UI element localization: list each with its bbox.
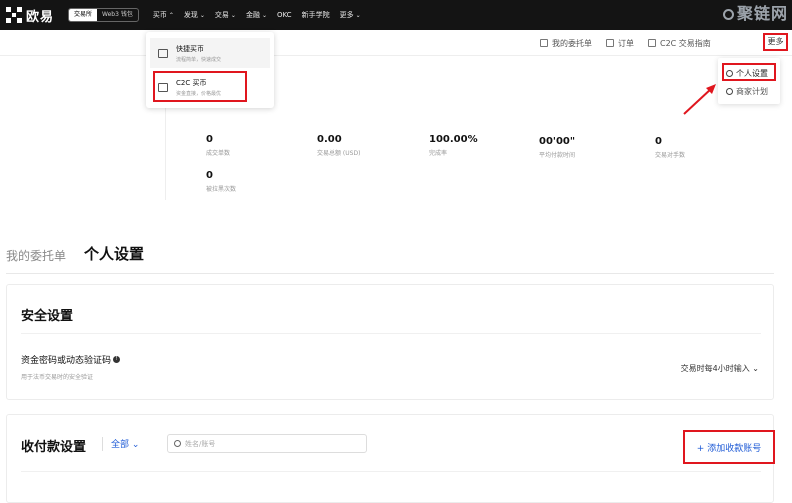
stat-value: 0 [206, 134, 213, 145]
sub-header: 我的委托单 订单 C2C 交易指南 [540, 33, 725, 53]
stat-blocked: 0 被拉黑次数 [206, 170, 236, 193]
stat-label: 交易总额 (USD) [317, 150, 361, 157]
fund-password-label: 资金密码或动态验证码! [21, 353, 121, 366]
tab-my-orders[interactable]: 我的委托单 [6, 247, 66, 264]
info-icon[interactable]: ! [113, 356, 121, 363]
tabs-divider [6, 273, 774, 274]
stat-label: 交易对手数 [655, 152, 686, 159]
logo-text: 欧易 [26, 9, 55, 25]
stat-avg-pay-time: 00'00" 平均付款时间 [539, 136, 575, 159]
watermark-logo-icon [722, 9, 734, 20]
chevron-up-icon: ⌃ [168, 11, 174, 19]
payment-search-input[interactable]: 姓名/账号 [167, 434, 367, 453]
page-root: 欧易 交易所 Web3 钱包 买币 ⌃ 发现 ⌄ 交易 ⌄ 金融 ⌄ OKC 新手学院 … [0, 0, 792, 503]
watermark: 聚链网 [722, 0, 788, 24]
mode-exchange-button[interactable]: 交易所 [69, 9, 98, 21]
fund-password-desc: 用于法币交易时的安全验证 [21, 374, 94, 381]
security-divider [21, 333, 761, 334]
stat-label: 被拉黑次数 [206, 186, 237, 193]
stat-label: 平均付款时间 [539, 152, 576, 159]
fund-password-frequency-select[interactable]: 交易时每4小时输入 ⌄ [681, 363, 759, 374]
label-text: 资金密码或动态验证码 [21, 356, 112, 366]
orders-link[interactable]: 订单 [606, 38, 634, 49]
nav-item-label: OKC [276, 11, 292, 19]
nav-item-trade[interactable]: 交易 ⌄ [215, 10, 236, 20]
item-title: 快捷买币 [176, 44, 204, 53]
item-subtitle: 流程简单，快速成交 [176, 56, 222, 63]
payment-title: 收付款设置 [21, 440, 87, 455]
mode-web3-button[interactable]: Web3 钱包 [97, 9, 138, 21]
stat-value: 0 [206, 170, 213, 181]
nav-item-academy[interactable]: 新手学院 [302, 10, 330, 20]
stat-label: 完成率 [429, 150, 448, 157]
stat-value: 0.00 [317, 134, 342, 145]
chevron-down-icon: ⌄ [199, 11, 205, 19]
payment-card: 收付款设置 全部 ⌄ 姓名/账号 + 添加收款账号 [6, 414, 775, 503]
nav-item-label: 更多 [339, 11, 354, 19]
merchant-plan-item[interactable]: 商家计划 [726, 86, 768, 97]
list-icon [540, 39, 548, 47]
nav-item-finance[interactable]: 金融 ⌄ [246, 10, 267, 20]
link-label: C2C 交易指南 [660, 38, 711, 48]
payment-divider [21, 471, 761, 472]
guide-icon [648, 39, 656, 47]
nav-item-okc[interactable]: OKC [277, 10, 292, 20]
page-tabs: 我的委托单 个人设置 [6, 243, 162, 264]
nav-item-buy[interactable]: 买币 ⌃ [153, 10, 174, 20]
link-label: 订单 [618, 38, 634, 48]
nav-item-label: 交易 [214, 11, 229, 19]
document-icon [606, 39, 614, 47]
nav-item-label: 买币 [152, 11, 167, 19]
logo[interactable]: 欧易 [6, 0, 54, 30]
logo-icon [6, 7, 22, 23]
mode-switch: 交易所 Web3 钱包 [68, 8, 139, 22]
stat-completion: 100.00% 完成率 [429, 134, 478, 157]
more-button[interactable]: 更多 [763, 33, 788, 51]
nav-item-label: 金融 [245, 11, 260, 19]
header-divider [0, 55, 792, 56]
add-payment-account-button[interactable]: + 添加收款账号 [683, 430, 775, 464]
arrow-annotation-icon [683, 84, 716, 115]
c2c-highlight-box [153, 71, 247, 102]
menu-label: 商家计划 [736, 87, 768, 96]
link-label: 我的委托单 [552, 38, 592, 48]
payment-filter-select[interactable]: 全部 ⌄ [111, 437, 139, 450]
nav-item-label: 发现 [183, 11, 198, 19]
security-card: 安全设置 资金密码或动态验证码! 用于法币交易时的安全验证 交易时每4小时输入 … [6, 284, 774, 400]
chevron-down-icon: ⌄ [355, 11, 361, 19]
nav-menu: 买币 ⌃ 发现 ⌄ 交易 ⌄ 金融 ⌄ OKC 新手学院 更多 ⌄ [153, 10, 371, 20]
stat-value: 00'00" [539, 136, 576, 147]
watermark-text: 聚链网 [736, 4, 788, 23]
chevron-down-icon: ⌄ [230, 11, 236, 19]
top-nav: 欧易 交易所 Web3 钱包 买币 ⌃ 发现 ⌄ 交易 ⌄ 金融 ⌄ OKC 新手学院 … [0, 0, 792, 30]
stat-label: 成交单数 [206, 150, 231, 157]
stat-volume: 0.00 交易总额 (USD) [317, 134, 360, 157]
security-title: 安全设置 [21, 309, 74, 324]
stat-orders: 0 成交单数 [206, 134, 230, 157]
tab-personal-settings[interactable]: 个人设置 [84, 243, 144, 264]
nav-item-discover[interactable]: 发现 ⌄ [184, 10, 205, 20]
search-icon [174, 440, 181, 447]
stat-value: 100.00% [429, 134, 478, 145]
payment-separator [102, 437, 103, 451]
quick-buy-item[interactable]: 快捷买币 流程简单，快速成交 [150, 38, 270, 68]
c2c-guide-link[interactable]: C2C 交易指南 [648, 38, 711, 49]
chevron-down-icon: ⌄ [261, 11, 267, 19]
my-orders-link[interactable]: 我的委托单 [540, 38, 592, 49]
card-icon [158, 48, 168, 58]
search-placeholder: 姓名/账号 [185, 439, 216, 448]
merchant-icon [726, 88, 733, 95]
stat-value: 0 [655, 136, 662, 147]
settings-highlight-box [722, 63, 776, 81]
stat-counterparties: 0 交易对手数 [655, 136, 685, 159]
nav-item-more[interactable]: 更多 ⌄ [340, 10, 361, 20]
nav-item-label: 新手学院 [301, 11, 330, 19]
